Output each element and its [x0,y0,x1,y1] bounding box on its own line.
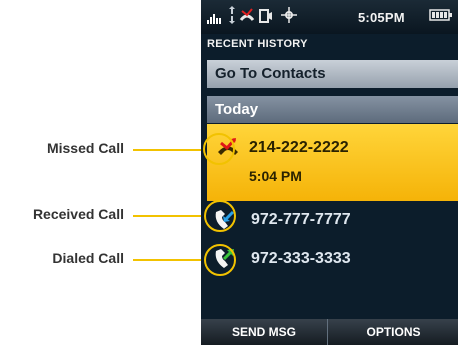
phone-screen: 5:05PM RECENT HISTORY Go To Contacts Tod… [201,0,458,345]
softkey-bar: SEND MSG OPTIONS [201,319,458,345]
call-time: 5:04 PM [249,168,302,184]
call-number: 214-222-2222 [249,139,349,156]
call-number: 972-777-7777 [251,211,351,228]
callout-missed-call: Missed Call [46,140,124,156]
callout-dialed-line [133,259,205,261]
options-softkey[interactable]: OPTIONS [329,319,458,345]
go-to-contacts-button[interactable]: Go To Contacts [207,60,458,88]
group-header-today: Today [207,96,458,123]
call-number: 972-333-3333 [251,250,351,267]
clock-time: 5:05PM [358,10,405,25]
stage: Missed Call Received Call Dialed Call 5:… [0,0,458,345]
missed-call-ring [203,133,235,165]
call-row-missed[interactable]: 214-222-2222 5:04 PM [207,124,458,201]
callout-received-line [133,215,205,217]
location-icon [281,6,297,31]
data-arrows-icon [227,6,239,31]
battery-icon [429,6,453,31]
callout-missed-line [133,149,205,151]
callout-received-call: Received Call [32,206,124,222]
callout-dialed-call: Dialed Call [52,250,124,266]
call-row-received[interactable]: 972-777-7777 [207,201,458,239]
status-bar: 5:05PM [201,0,458,34]
dialed-call-ring [204,244,236,276]
received-call-ring [204,200,236,232]
voicemail-icon [259,6,273,31]
signal-bars-icon [206,6,222,31]
send-msg-softkey[interactable]: SEND MSG [201,319,328,345]
screen-title: RECENT HISTORY [207,38,308,50]
missed-call-notice-icon [239,6,255,31]
call-row-dialed[interactable]: 972-333-3333 [207,240,458,278]
